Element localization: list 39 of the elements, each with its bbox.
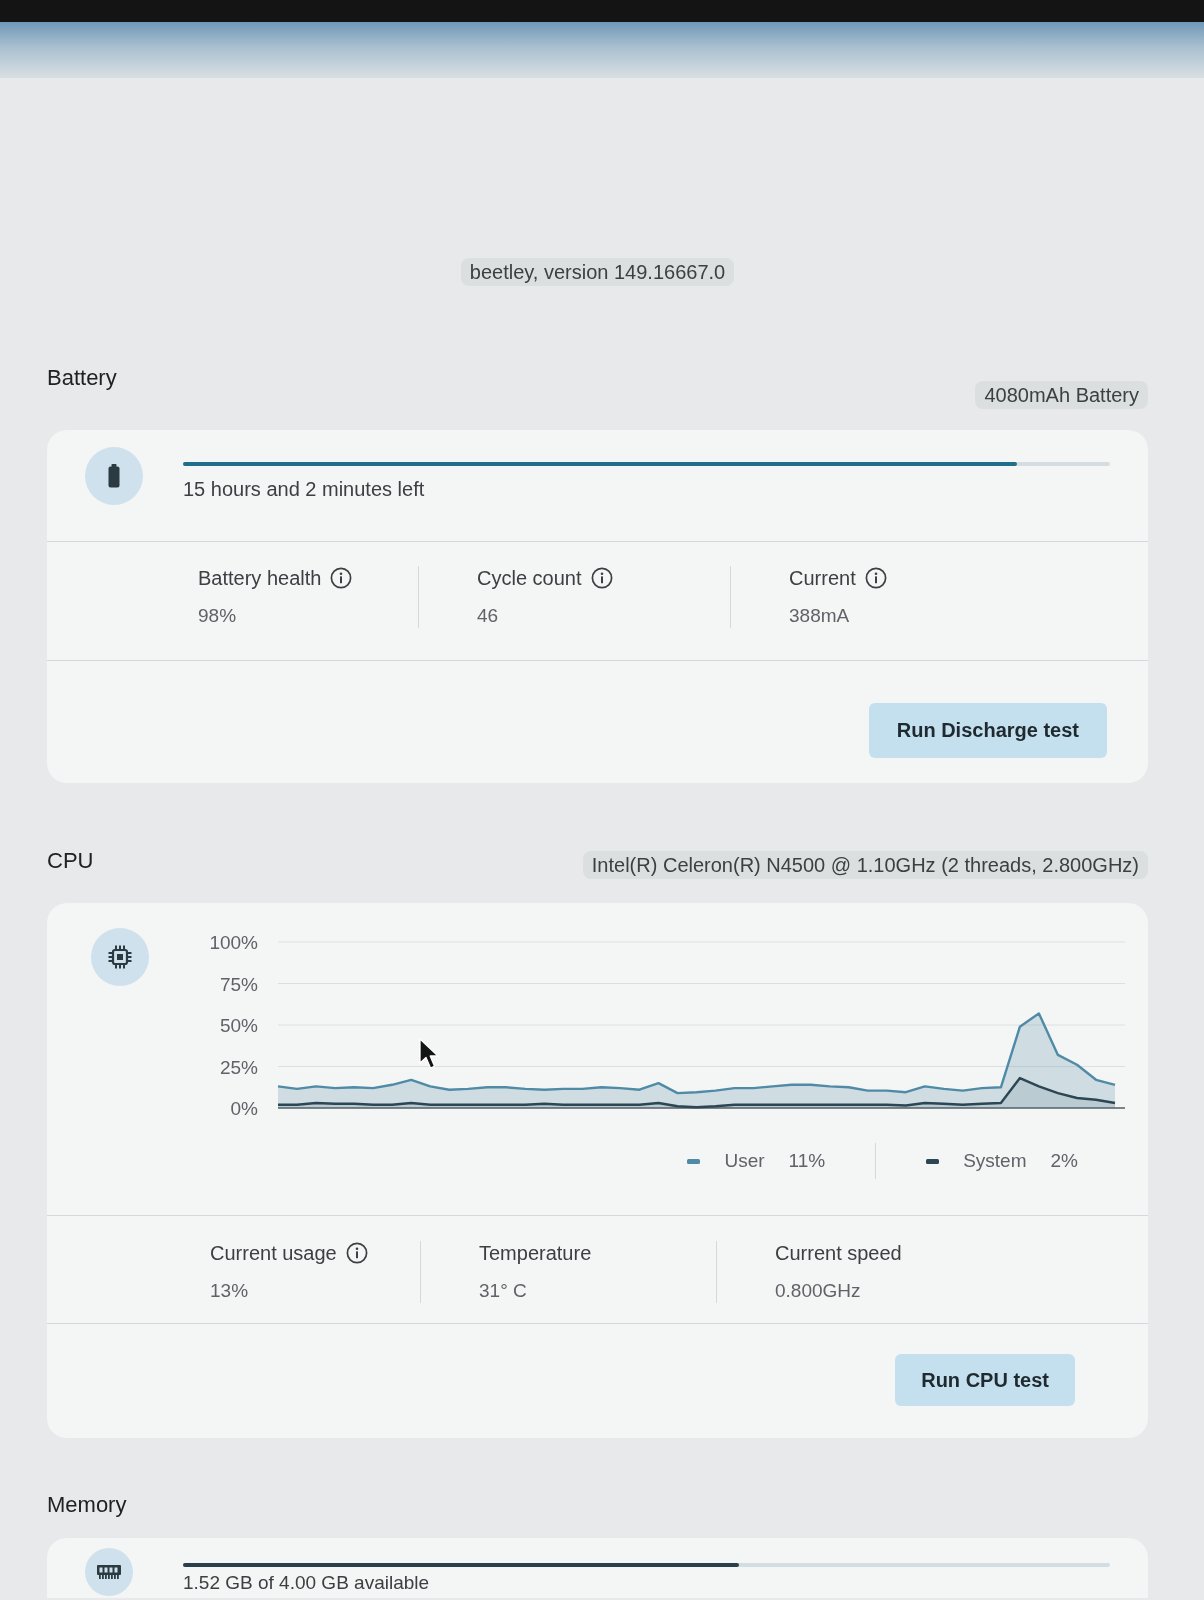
section-title: CPU bbox=[47, 848, 94, 874]
metric-label: Cycle count bbox=[477, 566, 582, 590]
info-icon[interactable] bbox=[864, 567, 887, 589]
y-axis-label: 75% bbox=[219, 973, 258, 995]
info-icon[interactable] bbox=[330, 567, 353, 589]
metric-value: 0.800GHz bbox=[775, 1279, 861, 1303]
legend-label: System bbox=[963, 1149, 1027, 1173]
run-cpu-test-button[interactable]: Run CPU test bbox=[895, 1354, 1075, 1406]
y-axis-label: 25% bbox=[219, 1056, 258, 1078]
y-axis-label: 50% bbox=[219, 1015, 258, 1036]
mouse-pointer-icon bbox=[418, 1038, 440, 1070]
metric-label: Temperature bbox=[479, 1241, 592, 1265]
version-label: beetley, version 149.16667.0 bbox=[460, 258, 735, 286]
y-axis-label: 0% bbox=[230, 1098, 258, 1118]
metric-value: 388mA bbox=[789, 604, 850, 628]
info-icon[interactable] bbox=[345, 1242, 368, 1264]
metric-value: 46 bbox=[477, 604, 499, 628]
battery-capacity-label: 4080mAh Battery bbox=[975, 381, 1148, 409]
legend-swatch-icon bbox=[926, 1158, 940, 1164]
run-discharge-test-button[interactable]: Run Discharge test bbox=[868, 703, 1107, 758]
legend-swatch-icon bbox=[687, 1158, 701, 1164]
memory-module-icon bbox=[85, 1548, 133, 1596]
section-title: Battery bbox=[47, 365, 117, 391]
metric-value: 13% bbox=[210, 1279, 249, 1303]
info-icon[interactable] bbox=[590, 567, 613, 589]
metric-label: Current speed bbox=[775, 1241, 902, 1265]
memory-available-label: 1.52 GB of 4.00 GB available bbox=[183, 1572, 430, 1593]
legend-reading: 2% bbox=[1050, 1149, 1078, 1173]
metric-value: 31° C bbox=[479, 1279, 527, 1303]
legend-label: User bbox=[724, 1149, 765, 1173]
section-title: Memory bbox=[47, 1492, 127, 1518]
y-axis-label: 100% bbox=[209, 932, 258, 953]
cpu-model-label: Intel(R) Celeron(R) N4500 @ 1.10GHz (2 threads, 2.800GHz) bbox=[582, 851, 1148, 879]
metric-label: Current usage bbox=[210, 1241, 337, 1265]
metric-label: Battery health bbox=[198, 566, 322, 590]
battery-time-left: 15 hours and 2 minutes left bbox=[183, 477, 425, 501]
metric-value: 98% bbox=[198, 604, 237, 628]
metric-label: Current bbox=[789, 566, 856, 590]
legend-reading: 11% bbox=[788, 1149, 826, 1173]
